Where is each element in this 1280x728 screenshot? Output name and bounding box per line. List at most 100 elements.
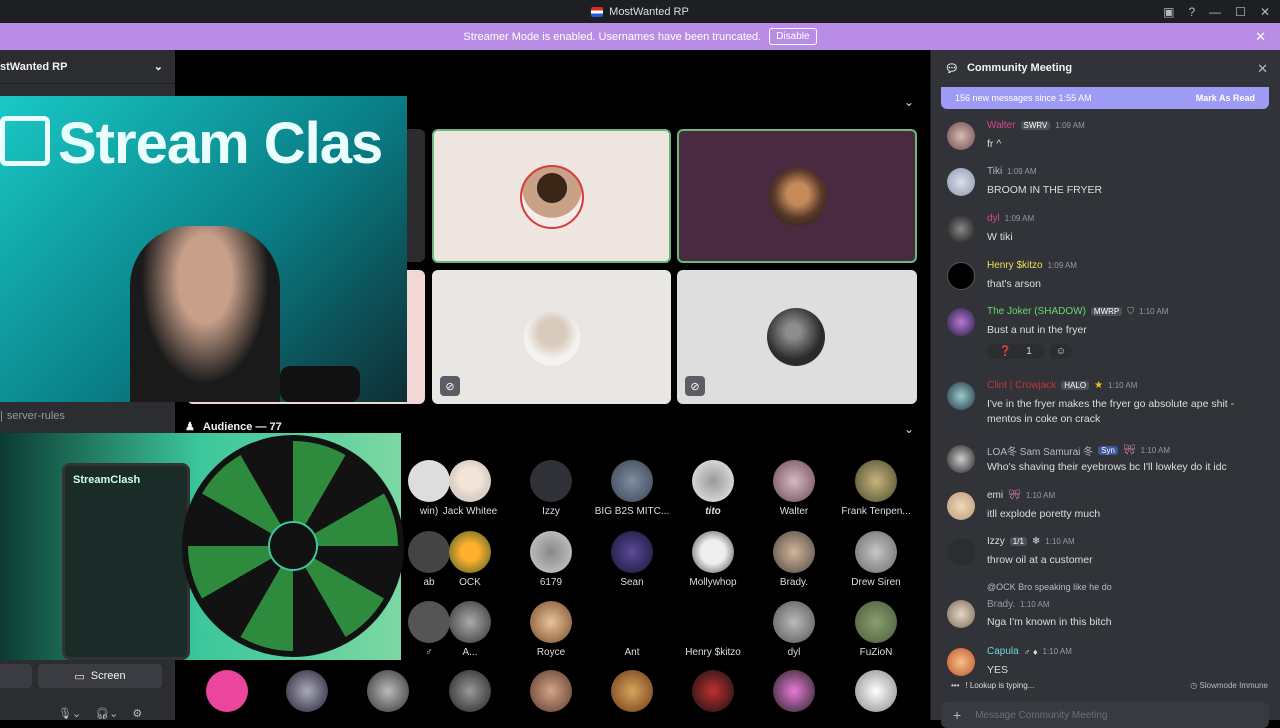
reaction-question[interactable]: ❓ 1 (987, 344, 1044, 359)
avatar (286, 670, 328, 712)
audience-member[interactable]: A... (430, 601, 510, 658)
speaker-avatar (524, 310, 580, 366)
audience-member[interactable]: dyl (754, 601, 834, 658)
audience-member[interactable]: Henry $kitzo (673, 601, 753, 658)
avatar (947, 122, 975, 150)
message-author[interactable]: dyl (987, 213, 1000, 224)
plus-icon[interactable]: + (953, 707, 961, 723)
audience-member[interactable] (754, 670, 834, 716)
server-icon (591, 6, 604, 17)
camera-button[interactable] (0, 664, 32, 688)
avatar (855, 670, 897, 712)
role-tag: Syn (1098, 446, 1118, 455)
audience-member[interactable] (511, 670, 591, 716)
audience-member[interactable]: 6179 (511, 531, 591, 588)
timestamp: 1:10 AM (1108, 381, 1138, 390)
audience-member[interactable]: Brady. (754, 531, 834, 588)
app-title: MostWanted RP (609, 5, 689, 18)
disable-button[interactable]: Disable (769, 28, 817, 45)
audience-member[interactable]: Jack Whitee (430, 460, 510, 517)
close-chat-icon[interactable]: ✕ (1257, 61, 1268, 77)
avatar (855, 601, 897, 643)
audience-icon: ♟ (185, 421, 195, 433)
audience-member[interactable]: Mollywhop (673, 531, 753, 588)
message-author[interactable]: Clint | Crowjack (987, 380, 1056, 391)
audience-name: A... (462, 647, 478, 658)
inbox-icon[interactable]: ▣ (1163, 5, 1174, 19)
avatar (947, 492, 975, 520)
maximize-icon[interactable]: ☐ (1235, 5, 1246, 19)
settings-icon[interactable]: ⚙ (132, 707, 142, 720)
message-author[interactable]: The Joker (SHADOW) (987, 306, 1086, 317)
add-reaction-icon[interactable]: ☺ (1049, 344, 1073, 359)
avatar (692, 531, 734, 573)
message-author[interactable]: LOA冬 Sam Samurai 冬 (987, 443, 1093, 458)
speaker-tile[interactable] (432, 129, 671, 263)
thread-icon: 💬︎ (945, 62, 959, 75)
audience-member[interactable]: Sean (592, 531, 672, 588)
audience-member[interactable] (592, 670, 672, 716)
reaction-count: 1 (1020, 344, 1038, 359)
audience-member[interactable]: Drew Siren (836, 531, 916, 588)
message-text: Bust a nut in the fryer (987, 324, 1087, 336)
message-author[interactable]: Tiki (987, 166, 1002, 177)
audience-member[interactable] (267, 670, 347, 716)
audience-member[interactable] (348, 670, 428, 716)
screen-share-button[interactable]: ▭ Screen (38, 664, 162, 688)
message-author[interactable]: Henry $kitzo (987, 260, 1043, 271)
audience-member[interactable] (430, 670, 510, 716)
headphone-icon[interactable]: 🎧︎⌄ (95, 707, 118, 720)
audience-member[interactable]: BIG B2S MITC... (592, 460, 672, 517)
close-banner-icon[interactable]: ✕ (1255, 29, 1266, 45)
audience-name: Henry $kitzo (685, 647, 741, 658)
audience-member[interactable]: FuZioN (836, 601, 916, 658)
audience-member[interactable]: Royce (511, 601, 591, 658)
speaker-tile[interactable] (677, 129, 917, 263)
audience-member[interactable]: Walter (754, 460, 834, 517)
channel-server-rules[interactable]: | server-rules (0, 410, 65, 422)
new-messages-bar[interactable]: 156 new messages since 1:55 AM Mark As R… (941, 87, 1269, 109)
server-header[interactable]: stWanted RP ⌄ (0, 50, 175, 84)
help-icon[interactable]: ? (1188, 5, 1195, 19)
message-author[interactable]: emi (987, 490, 1003, 501)
close-window-icon[interactable]: ✕ (1260, 5, 1270, 19)
mic-icon[interactable]: 🎙︎⌄ (58, 707, 81, 720)
message-author[interactable]: Capula (987, 646, 1019, 657)
bow-icon: 🎀︎ (1122, 445, 1136, 456)
audience-header: ♟ Audience — 77 (185, 420, 282, 434)
audience-name: BIG B2S MITC... (594, 506, 670, 517)
mark-read-button[interactable]: Mark As Read (1196, 93, 1255, 103)
avatar (773, 601, 815, 643)
audience-member[interactable]: OCK (430, 531, 510, 588)
server-name: stWanted RP (0, 60, 68, 73)
snowflake-icon: ❄ (1031, 536, 1041, 547)
microphone-icon (280, 366, 360, 402)
collapse-audience-icon[interactable]: ⌄ (904, 422, 914, 436)
timestamp: 1:10 AM (1045, 537, 1075, 546)
screen-icon: ▭ (74, 670, 85, 683)
speaker-tile[interactable]: ⊘ (432, 270, 671, 404)
audience-member[interactable] (836, 670, 916, 716)
minimize-icon[interactable]: — (1209, 5, 1221, 19)
collapse-speakers-icon[interactable]: ⌄ (904, 95, 914, 109)
audience-member[interactable] (673, 670, 753, 716)
timestamp: 1:09 AM (1007, 167, 1037, 176)
audience-member[interactable]: Izzy (511, 460, 591, 517)
message-placeholder: Message Community Meeting (975, 709, 1108, 721)
message-author[interactable]: Brady. (987, 599, 1015, 610)
message-input[interactable]: + Message Community Meeting (941, 702, 1269, 728)
audience-member[interactable]: Ant (592, 601, 672, 658)
wheel-hub-icon (268, 521, 318, 571)
speaker-avatar (520, 165, 584, 229)
audience-name: Walter (779, 506, 809, 517)
avatar (692, 601, 734, 643)
avatar (611, 460, 653, 502)
message-author[interactable]: Walter (987, 120, 1016, 131)
audience-member[interactable]: Frank Tenpen... (836, 460, 916, 517)
discord-avatar[interactable] (187, 670, 267, 716)
message-text: I've in the fryer makes the fryer go abs… (987, 398, 1235, 425)
message-author[interactable]: Izzy (987, 536, 1005, 547)
speaker-tile[interactable]: ⊘ (677, 270, 917, 404)
audience-member[interactable]: tito (673, 460, 753, 517)
reply-preview[interactable]: @OCK Bro speaking like he do (987, 582, 1112, 592)
